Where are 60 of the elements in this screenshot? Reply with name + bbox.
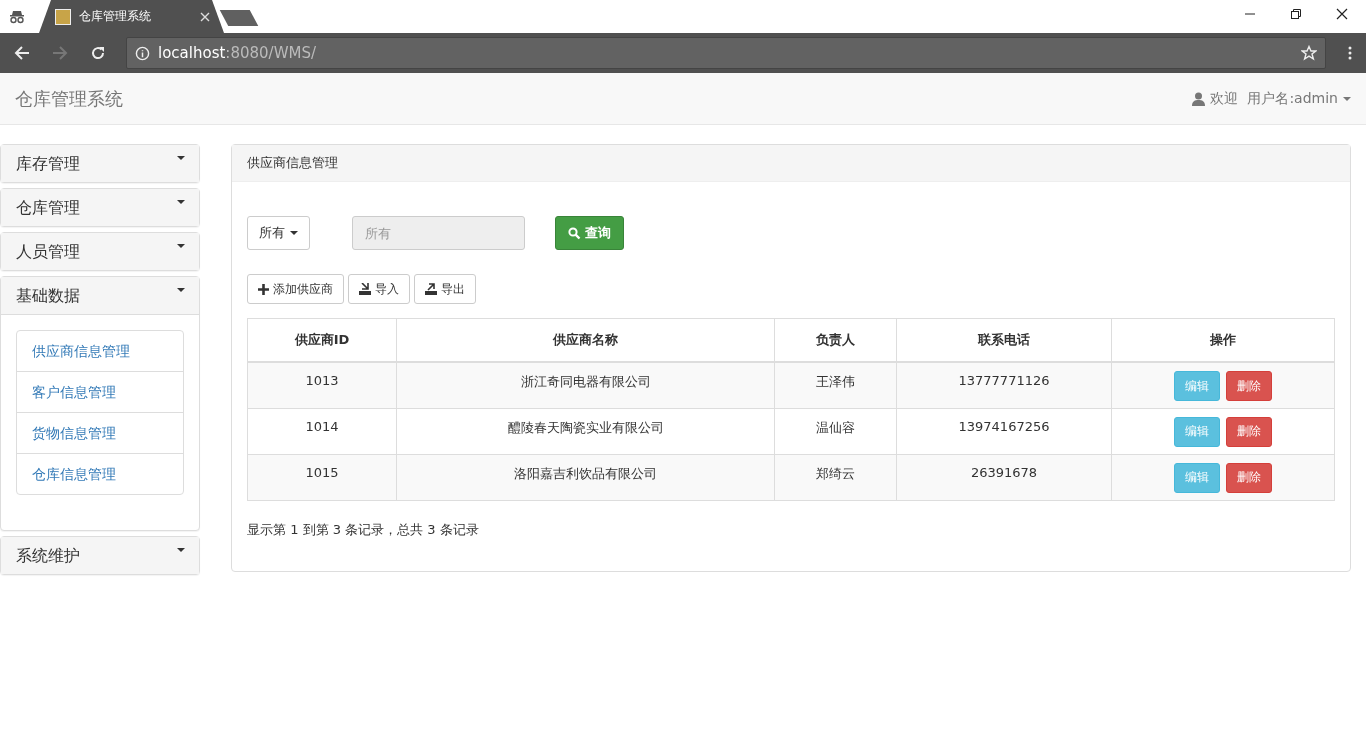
caret-icon — [290, 231, 298, 235]
table-cell: 1015 — [247, 454, 397, 500]
table-cell: 温仙容 — [774, 408, 897, 454]
search-icon — [568, 226, 581, 240]
table-cell: 王泽伟 — [774, 362, 897, 408]
search-button[interactable]: 查询 — [555, 216, 624, 250]
sidebar-section[interactable]: 基础数据 — [1, 277, 199, 314]
reload-icon[interactable] — [90, 45, 106, 61]
sidebar-section[interactable]: 库存管理 — [1, 145, 199, 182]
favicon-icon — [55, 8, 71, 25]
table-cell: 26391678 — [896, 454, 1112, 500]
user-menu[interactable]: 用户名:admin — [1247, 89, 1338, 108]
caret-icon — [1343, 96, 1351, 101]
table-cell: 洛阳嘉吉利饮品有限公司 — [396, 454, 775, 500]
add-button[interactable]: 添加供应商 — [247, 274, 344, 304]
panel-title: 供应商信息管理 — [232, 145, 1350, 182]
export-button[interactable]: 导出 — [414, 274, 476, 304]
back-arrow-icon[interactable] — [14, 45, 30, 61]
address-bar[interactable]: localhost:8080/WMS/ — [126, 37, 1326, 69]
table-cell: 郑绮云 — [774, 454, 897, 500]
table-cell: 1013 — [247, 362, 397, 408]
filter-dropdown[interactable]: 所有 — [247, 216, 310, 250]
table-cell: 浙江奇同电器有限公司 — [396, 362, 775, 408]
plus-icon — [258, 283, 269, 295]
sidebar-section[interactable]: 仓库管理 — [1, 189, 199, 226]
export-icon — [425, 283, 437, 295]
welcome-text: 欢迎 — [1210, 89, 1239, 108]
caret-icon — [177, 200, 185, 204]
caret-icon — [177, 244, 185, 248]
close-icon[interactable] — [1336, 8, 1348, 20]
caret-icon — [177, 156, 185, 160]
tab-title: 仓库管理系统 — [79, 8, 152, 25]
caret-icon — [177, 288, 185, 292]
browser-tab[interactable]: 仓库管理系统 — [39, 0, 224, 33]
sidebar-link[interactable]: 货物信息管理 — [17, 412, 183, 453]
menu-icon[interactable] — [1348, 46, 1352, 60]
delete-button[interactable]: 删除 — [1226, 462, 1273, 493]
sidebar-link[interactable]: 供应商信息管理 — [17, 331, 183, 371]
import-button[interactable]: 导入 — [348, 274, 410, 304]
table-cell: 醴陵春天陶瓷实业有限公司 — [396, 408, 775, 454]
sidebar-section[interactable]: 人员管理 — [1, 233, 199, 270]
import-icon — [359, 283, 371, 295]
delete-button[interactable]: 删除 — [1226, 371, 1273, 401]
table-cell: 1014 — [247, 408, 397, 454]
delete-button[interactable]: 删除 — [1226, 416, 1273, 447]
sidebar-section[interactable]: 系统维护 — [1, 537, 199, 574]
table-cell: 13974167256 — [896, 408, 1112, 454]
caret-icon — [177, 548, 185, 552]
star-icon[interactable] — [1301, 45, 1317, 61]
sidebar-link[interactable]: 仓库信息管理 — [17, 453, 183, 494]
incognito-icon — [9, 10, 25, 24]
user-icon — [1192, 91, 1206, 106]
new-tab-button[interactable] — [219, 10, 259, 26]
restore-icon[interactable] — [1290, 8, 1302, 20]
sidebar-link[interactable]: 客户信息管理 — [17, 371, 183, 412]
app-brand[interactable]: 仓库管理系统 — [15, 86, 123, 111]
pagination-info: 显示第 1 到第 3 条记录，总共 3 条记录 — [247, 520, 480, 539]
info-icon — [135, 45, 150, 61]
url-text: localhost:8080/WMS/ — [158, 44, 317, 62]
table-cell: 13777771126 — [896, 362, 1112, 408]
